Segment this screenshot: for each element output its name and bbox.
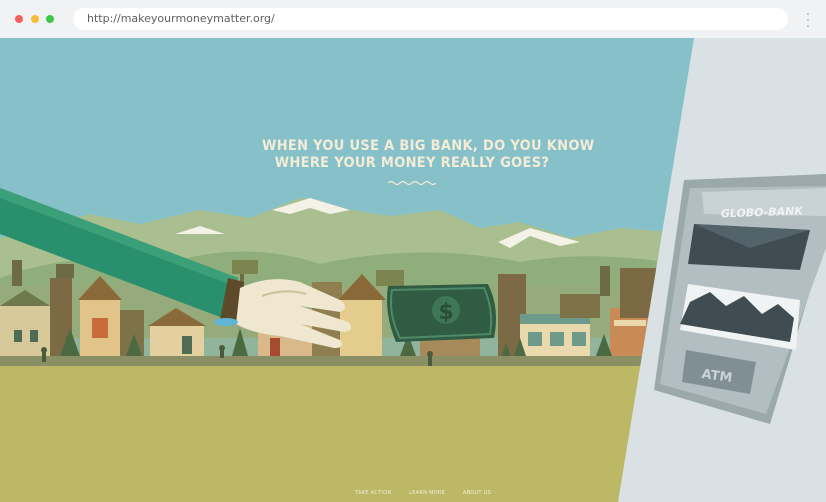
headline-line-2: WHERE YOUR MONEY REALLY GOES?	[274, 155, 550, 171]
footer-separator: ·	[453, 490, 455, 496]
ground	[0, 366, 700, 502]
kebab-menu-icon[interactable]: · · ·	[803, 6, 813, 32]
dollar-sign-icon: $	[438, 300, 453, 325]
footer-link-take-action[interactable]: TAKE ACTION	[355, 490, 391, 496]
close-window-dot-icon[interactable]	[15, 15, 23, 23]
footer-link-about-us[interactable]: ABOUT US	[463, 490, 491, 496]
headline-line-1: WHEN YOU USE A BIG BANK, DO YOU KNOW	[262, 138, 595, 154]
hero-illustration: $ GLOBO-BANK ATM	[0, 38, 826, 502]
address-bar-url: http://makeyourmoneymatter.org/	[87, 12, 275, 25]
footer-separator: ·	[399, 490, 402, 496]
page-viewport: $ GLOBO-BANK ATM WHEN YOU USE A BIG BANK…	[0, 38, 826, 502]
footer-nav: TAKE ACTION · LEARN MORE · ABOUT US	[355, 490, 497, 496]
footer-link-learn-more[interactable]: LEARN MORE	[409, 490, 445, 496]
road	[0, 356, 700, 366]
dollar-bill: $	[387, 284, 496, 342]
minimize-window-dot-icon[interactable]	[31, 15, 39, 23]
address-bar[interactable]: http://makeyourmoneymatter.org/	[73, 8, 788, 30]
maximize-window-dot-icon[interactable]	[46, 15, 54, 23]
wavy-divider-icon	[388, 180, 436, 186]
hero-headline: WHEN YOU USE A BIG BANK, DO YOU KNOW WHE…	[262, 138, 595, 172]
browser-chrome: http://makeyourmoneymatter.org/ · · ·	[0, 0, 826, 38]
